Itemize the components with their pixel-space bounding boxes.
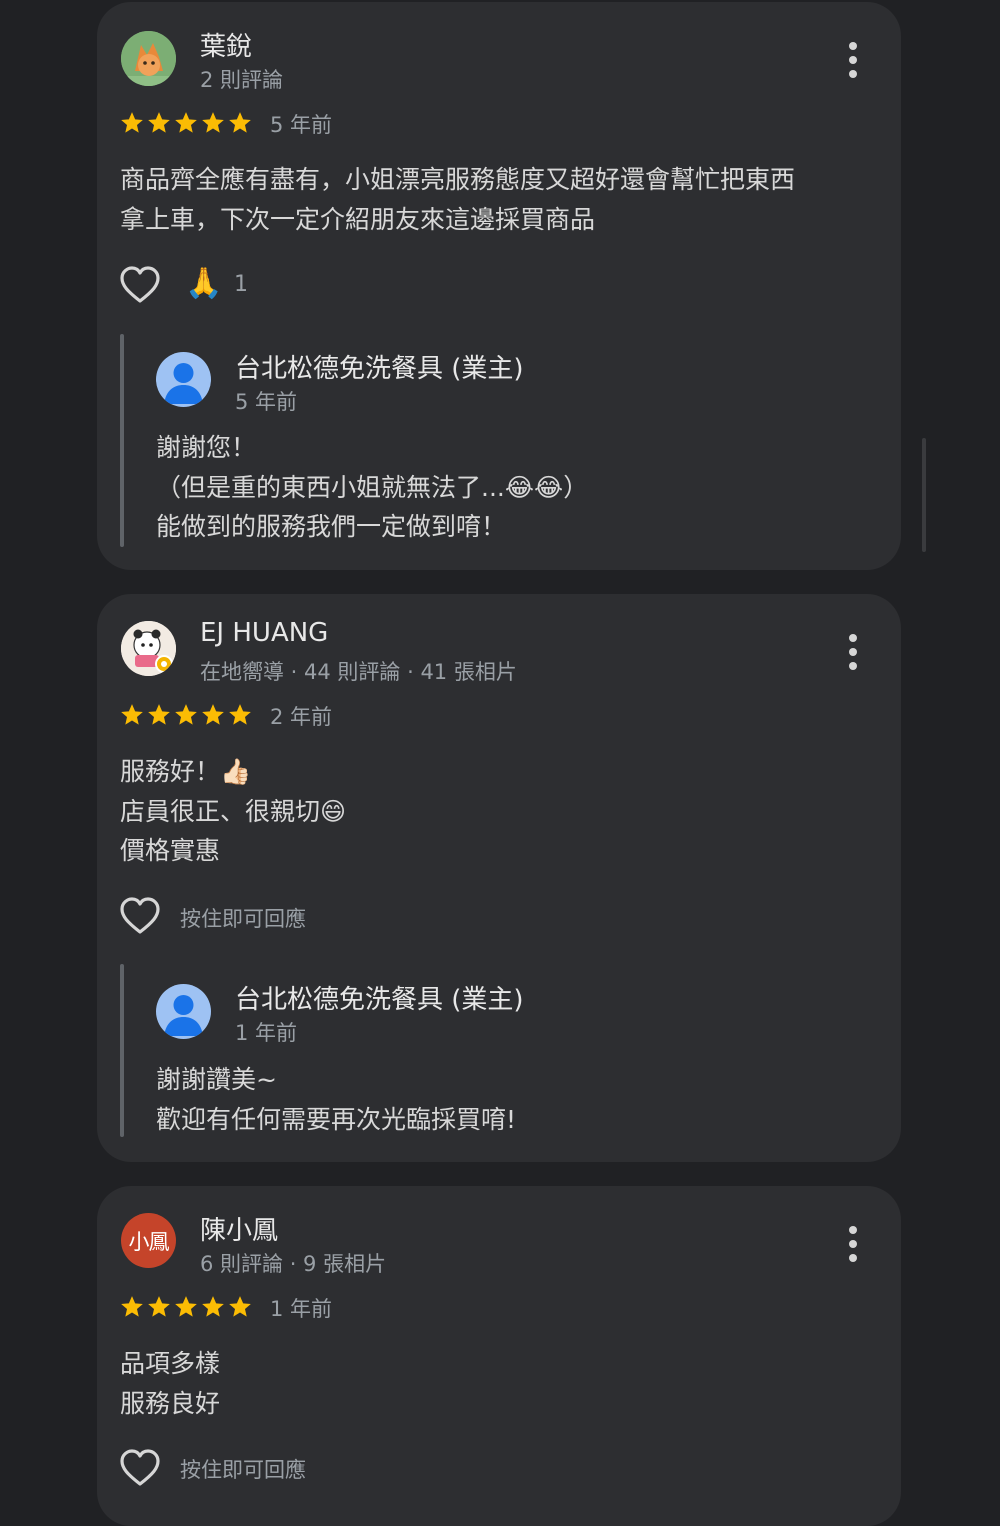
- reviewer-meta: 在地嚮導 · 44 則評論 · 41 張相片: [200, 660, 517, 684]
- star-icon: [148, 1296, 170, 1317]
- star-icon: [175, 1296, 197, 1317]
- reaction-count: 1: [234, 272, 248, 297]
- reply-age: 1 年前: [235, 1021, 298, 1045]
- reviewer-avatar[interactable]: 小鳳: [121, 1213, 176, 1268]
- star-rating: [119, 110, 253, 136]
- owner-name: 台北松德免洗餐具 (業主): [235, 985, 524, 1015]
- reply-divider: [120, 964, 124, 1137]
- heart-icon[interactable]: [119, 265, 161, 305]
- star-icon: [148, 112, 170, 133]
- heart-icon[interactable]: [119, 896, 161, 936]
- star-icon: [202, 112, 224, 133]
- star-icon: [229, 1296, 251, 1317]
- reviewer-name[interactable]: 葉銳: [200, 26, 252, 63]
- star-rating: [119, 702, 253, 728]
- owner-avatar[interactable]: [156, 352, 211, 407]
- review-card: 葉銳 2 則評論 5 年前 商品齊全應有盡有，小姐漂亮服務態度又超好還會幫忙把東…: [97, 2, 901, 570]
- star-icon: [202, 1296, 224, 1317]
- star-icon: [175, 112, 197, 133]
- review-age: 1 年前: [270, 1297, 333, 1321]
- review-text: 品項多樣 服務良好: [120, 1349, 221, 1418]
- reply-divider: [120, 334, 124, 547]
- reply-text: 謝謝您！ （但是重的東西小姐就無法了...😂😂） 能做到的服務我們一定做到唷！: [156, 433, 589, 541]
- reviewer-meta: 2 則評論: [200, 68, 284, 92]
- star-icon: [229, 704, 251, 725]
- reviewer-name[interactable]: EJ HUANG: [200, 618, 328, 648]
- reviewer-meta: 6 則評論 · 9 張相片: [200, 1252, 387, 1276]
- star-icon: [229, 112, 251, 133]
- review-card: EJ HUANG 在地嚮導 · 44 則評論 · 41 張相片 2 年前 服務好…: [97, 594, 901, 1162]
- star-icon: [202, 704, 224, 725]
- review-age: 2 年前: [270, 705, 333, 729]
- more-options-icon[interactable]: [843, 1224, 863, 1264]
- hold-to-react-hint: 按住即可回應: [180, 907, 306, 931]
- review-text: 服務好！👍🏻 店員很正、很親切😄 價格實惠: [120, 757, 347, 865]
- review-card: 小鳳 陳小鳳 6 則評論 · 9 張相片 1 年前 品項多樣 服務良好 按住即可…: [97, 1186, 901, 1526]
- reviewer-avatar[interactable]: [121, 621, 176, 676]
- star-icon: [121, 704, 143, 725]
- review-age: 5 年前: [270, 113, 333, 137]
- review-text: 商品齊全應有盡有，小姐漂亮服務態度又超好還會幫忙把東西 拿上車，下次一定介紹朋友…: [120, 165, 796, 234]
- reviewer-name[interactable]: 陳小鳳: [200, 1210, 278, 1247]
- scrollbar[interactable]: [922, 438, 926, 552]
- star-icon: [148, 704, 170, 725]
- more-options-icon[interactable]: [843, 40, 863, 80]
- star-icon: [121, 1296, 143, 1317]
- more-options-icon[interactable]: [843, 632, 863, 672]
- owner-name: 台北松德免洗餐具 (業主): [235, 354, 524, 384]
- hold-to-react-hint: 按住即可回應: [180, 1458, 306, 1482]
- reviewer-avatar[interactable]: [121, 31, 176, 86]
- reply-text: 謝謝讚美~ 歡迎有任何需要再次光臨採買唷!: [156, 1065, 517, 1134]
- owner-avatar[interactable]: [156, 984, 211, 1039]
- reaction-emoji[interactable]: 🙏: [185, 266, 222, 301]
- heart-icon[interactable]: [119, 1448, 161, 1488]
- reply-age: 5 年前: [235, 390, 298, 414]
- star-rating: [119, 1294, 253, 1320]
- star-icon: [121, 112, 143, 133]
- star-icon: [175, 704, 197, 725]
